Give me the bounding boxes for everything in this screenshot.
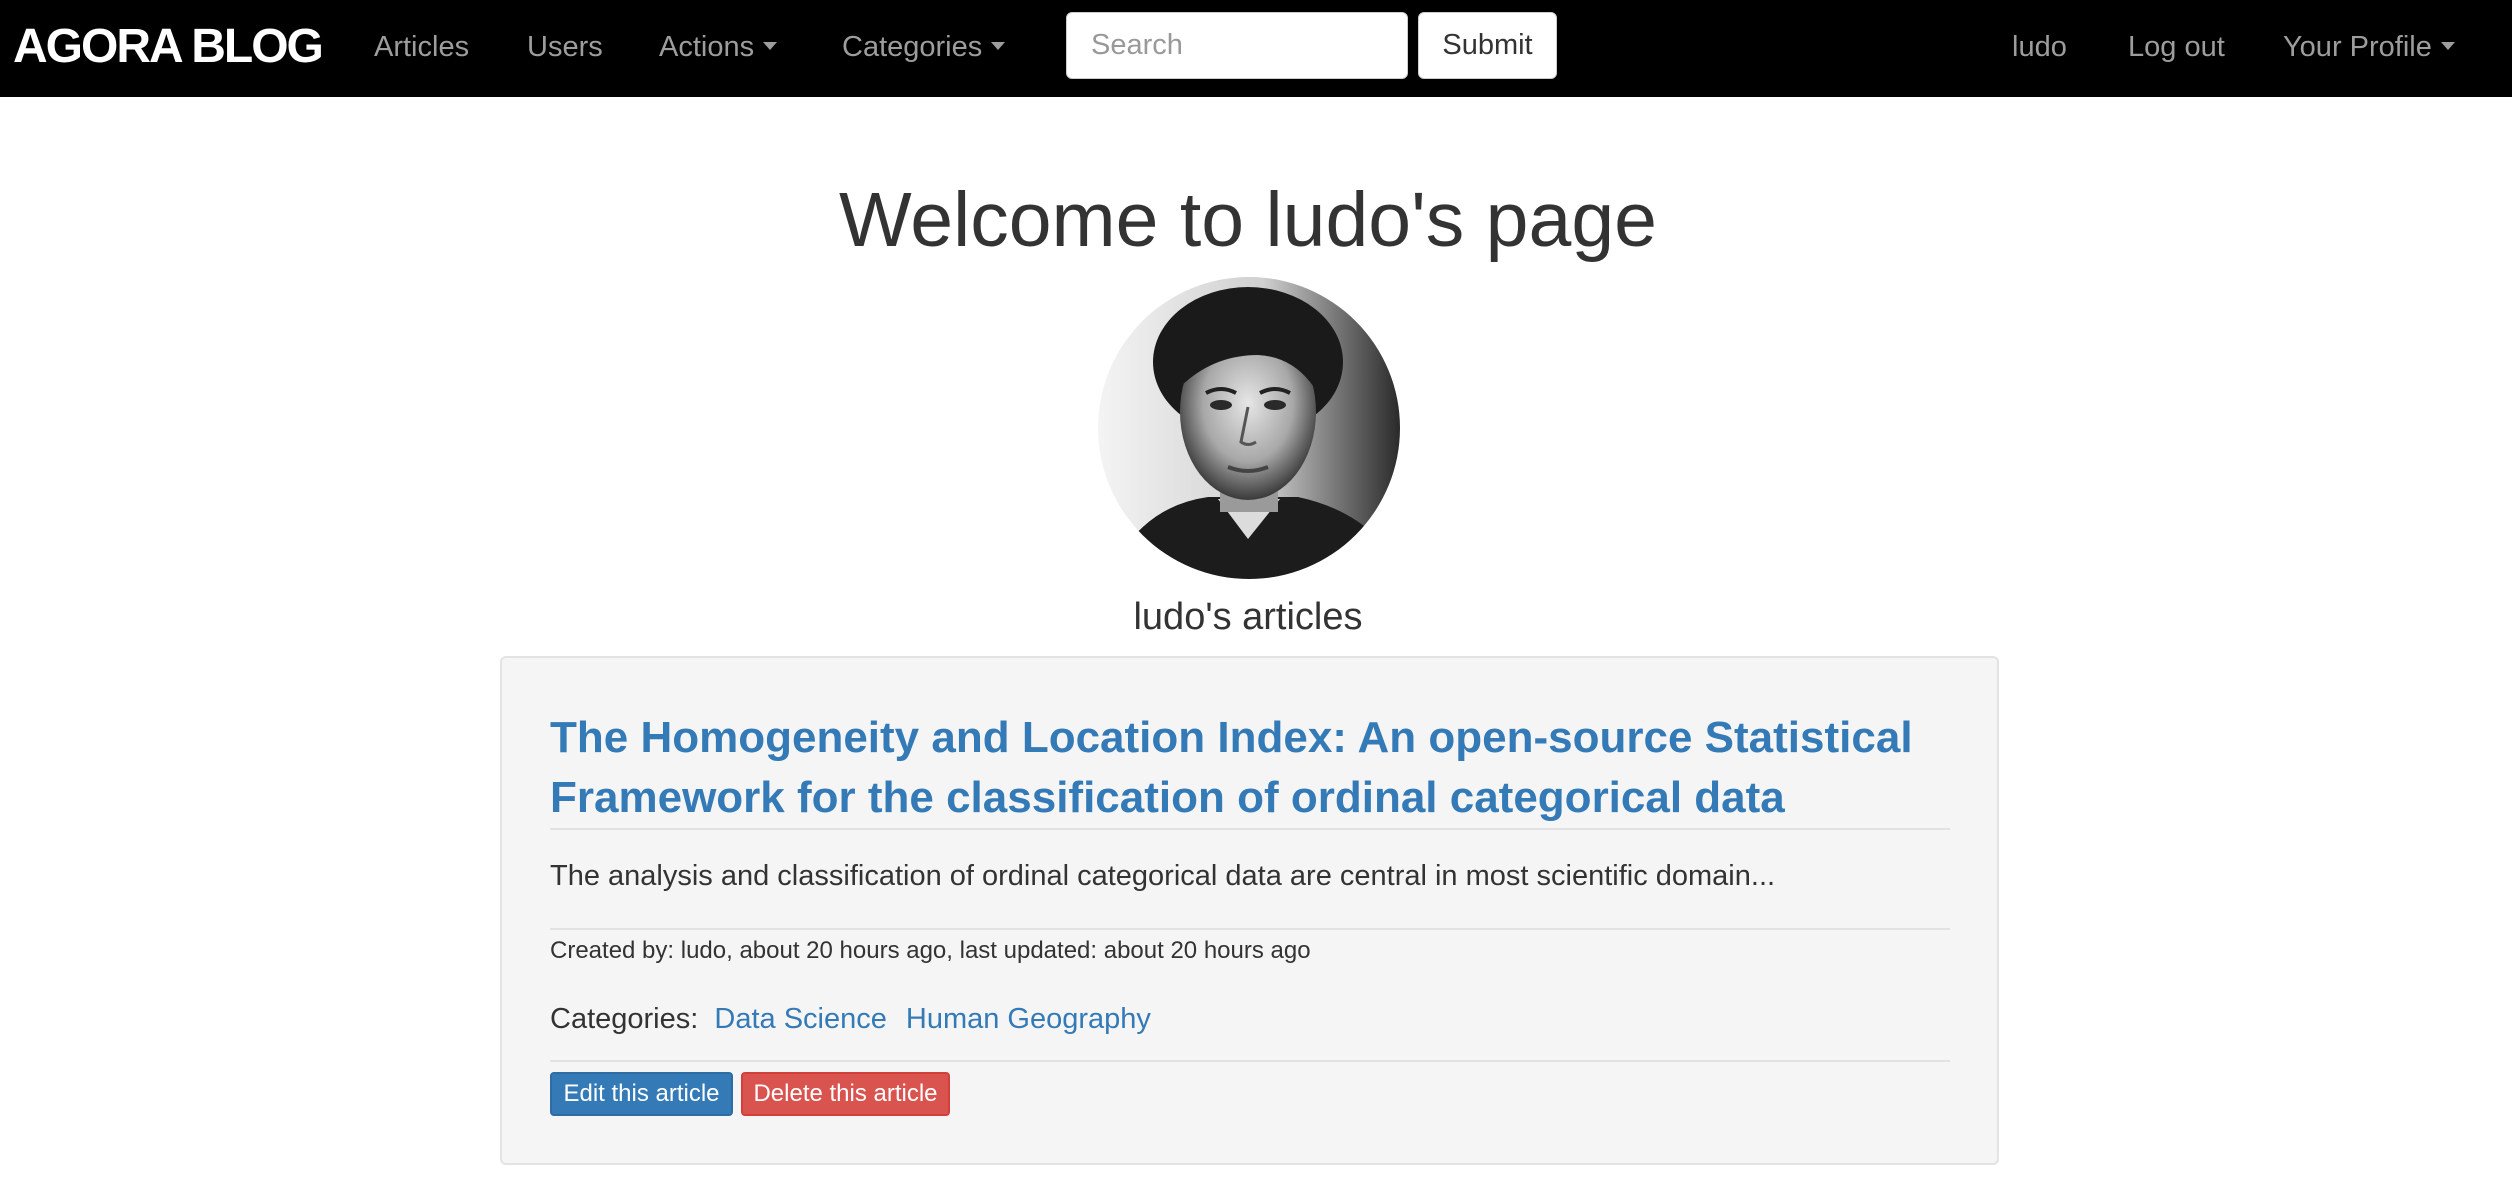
avatar [1098,277,1400,579]
search-input[interactable] [1066,12,1408,79]
nav-username[interactable]: ludo [2012,22,2067,72]
brand-logo[interactable]: AGORA BLOG [13,22,324,72]
caret-down-icon [2440,42,2455,51]
nav-profile-dropdown[interactable]: Your Profile [2283,22,2455,72]
article-excerpt: The analysis and classification of ordin… [550,860,1776,892]
divider [550,828,1950,830]
divider [550,1060,1950,1062]
articles-heading: ludo's articles [1133,596,1363,638]
search-submit-button[interactable]: Submit [1418,12,1557,79]
navbar: AGORA BLOG Articles Users Actions Catego… [0,0,2512,97]
nav-categories-dropdown[interactable]: Categories [842,22,1006,72]
divider [550,928,1950,930]
caret-down-icon [763,42,778,51]
category-link-data-science[interactable]: Data Science [714,1003,887,1035]
page-title: Welcome to ludo's page [839,177,1657,263]
nav-categories-label: Categories [842,31,983,63]
nav-logout[interactable]: Log out [2128,22,2225,72]
category-link-human-geography[interactable]: Human Geography [906,1003,1151,1035]
article-card: The Homogeneity and Location Index: An o… [500,656,1999,1165]
avatar-photo [1098,277,1400,579]
article-categories: Categories: Data Science Human Geography [550,999,1170,1039]
nav-actions-dropdown[interactable]: Actions [659,22,778,72]
delete-article-button[interactable]: Delete this article [741,1072,950,1116]
edit-article-button[interactable]: Edit this article [550,1072,733,1116]
nav-profile-label: Your Profile [2283,31,2432,63]
article-meta: Created by: ludo, about 20 hours ago, la… [550,937,1311,964]
nav-users[interactable]: Users [527,22,603,72]
article-title-link[interactable]: The Homogeneity and Location Index: An o… [550,708,1970,828]
caret-down-icon [991,42,1006,51]
nav-articles[interactable]: Articles [374,22,469,72]
categories-label: Categories: [550,1003,699,1035]
nav-actions-label: Actions [659,31,755,63]
